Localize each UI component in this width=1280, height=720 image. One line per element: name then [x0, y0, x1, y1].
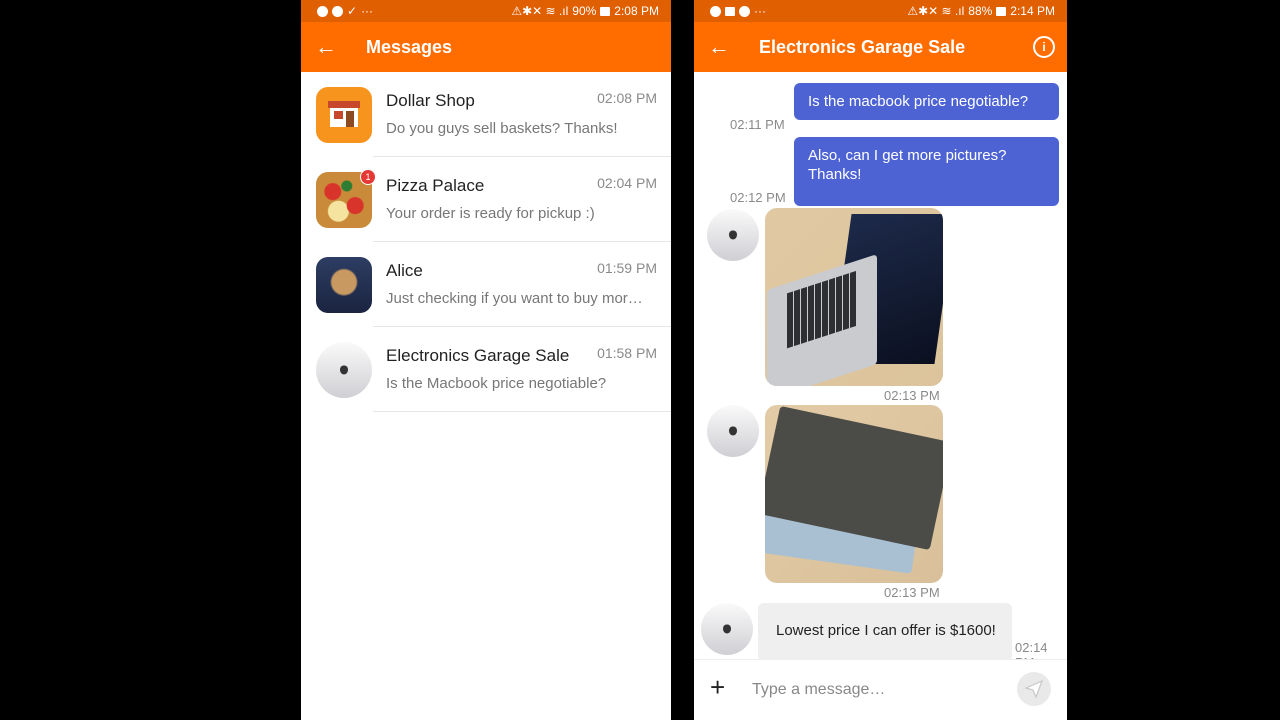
plus-icon[interactable]: +: [710, 674, 725, 700]
seller-avatar[interactable]: [707, 209, 759, 261]
message-time: 02:14 PM: [1015, 640, 1048, 660]
back-arrow-icon[interactable]: ←: [301, 22, 351, 72]
laptop-photo-closed[interactable]: [765, 405, 943, 583]
apple-logo-icon: [723, 624, 731, 634]
shop-icon: [316, 87, 372, 143]
battery-icon: [600, 6, 611, 16]
conversation-preview: Just checking if you want to buy mor…: [386, 290, 643, 307]
messages-screen: ✓ ··· ⚠✱✕ ≋ .ıl 90% 2:08 PM ← Messages Doll…: [301, 0, 671, 720]
conversation-preview: Is the Macbook price negotiable?: [386, 375, 607, 392]
conversation-name: Alice: [386, 261, 423, 280]
conversation-item-dollar-shop[interactable]: Dollar Shop 02:08 PM Do you guys sell ba…: [301, 72, 671, 157]
chat-title: Electronics Garage Sale: [759, 36, 966, 57]
notification-icon: [710, 5, 721, 17]
send-icon: [1025, 680, 1043, 698]
outgoing-message: Is the macbook price negotiable?: [794, 83, 1059, 120]
conversation-item-alice[interactable]: Alice 01:59 PM Just checking if you want…: [301, 242, 671, 327]
conversation-item-electronics-garage-sale[interactable]: Electronics Garage Sale 01:58 PM Is the …: [301, 327, 671, 412]
message-time: 02:11 PM: [730, 117, 785, 132]
status-bar: ··· ⚠✱✕ ≋ .ıl 88% 2:14 PM: [694, 0, 1067, 22]
apple-logo-icon: [729, 230, 737, 240]
seller-avatar[interactable]: [707, 405, 759, 457]
app-bar: ← Electronics Garage Sale i: [694, 22, 1067, 72]
message-list[interactable]: Is the macbook price negotiable? 02:11 P…: [694, 72, 1067, 661]
apple-logo-icon: [340, 365, 348, 375]
conversation-preview: Do you guys sell baskets? Thanks!: [386, 120, 618, 137]
more-notifications-icon: ···: [361, 4, 374, 18]
conversation-preview: Your order is ready for pickup :): [386, 205, 595, 222]
back-arrow-icon[interactable]: ←: [694, 22, 744, 72]
info-icon[interactable]: i: [1033, 36, 1055, 58]
clock: 2:14 PM: [1010, 4, 1055, 18]
apple-device-avatar: [316, 342, 372, 398]
apple-logo-icon: [729, 426, 737, 436]
send-button[interactable]: [1017, 672, 1051, 706]
signal-icon: ⚠✱✕ ≋ .ıl: [907, 4, 965, 18]
seller-avatar[interactable]: [701, 603, 753, 655]
chat-screen: ··· ⚠✱✕ ≋ .ıl 88% 2:14 PM ← Electronics Ga…: [694, 0, 1067, 720]
message-time: 02:13 PM: [884, 585, 940, 600]
battery-level: 88%: [968, 4, 993, 18]
message-input[interactable]: Type a message…: [752, 681, 885, 699]
download-icon: ✓: [347, 4, 358, 18]
conversation-time: 02:08 PM: [597, 90, 657, 106]
battery-icon: [996, 6, 1007, 16]
unread-badge: 1: [360, 169, 376, 185]
conversation-item-pizza-palace[interactable]: 1 Pizza Palace 02:04 PM Your order is re…: [301, 157, 671, 242]
notification-icon: [739, 5, 750, 17]
conversation-time: 01:59 PM: [597, 260, 657, 276]
conversation-name: Dollar Shop: [386, 91, 475, 110]
conversation-name: Pizza Palace: [386, 176, 485, 195]
laptop-photo-open[interactable]: [765, 208, 943, 386]
divider: [373, 411, 671, 412]
dog-avatar: [316, 257, 372, 313]
more-notifications-icon: ···: [754, 4, 766, 18]
app-bar: ← Messages: [301, 22, 671, 72]
page-title: Messages: [366, 36, 453, 57]
outgoing-message: Also, can I get more pictures? Thanks!: [794, 137, 1059, 206]
conversation-time: 02:04 PM: [597, 175, 657, 191]
signal-icon: ⚠✱✕ ≋ .ıl: [511, 4, 569, 18]
message-composer: + Type a message…: [694, 659, 1067, 720]
gallery-icon: [725, 6, 735, 16]
battery-level: 90%: [572, 4, 597, 18]
conversation-time: 01:58 PM: [597, 345, 657, 361]
message-time: 02:12 PM: [730, 190, 786, 205]
notification-icon: [317, 5, 328, 17]
incoming-message: Lowest price I can offer is $1600!: [758, 603, 1012, 661]
notification-icon: [332, 5, 343, 17]
status-bar: ✓ ··· ⚠✱✕ ≋ .ıl 90% 2:08 PM: [301, 0, 671, 22]
message-time: 02:13 PM: [884, 388, 940, 403]
conversation-name: Electronics Garage Sale: [386, 346, 570, 365]
clock: 2:08 PM: [614, 4, 659, 18]
